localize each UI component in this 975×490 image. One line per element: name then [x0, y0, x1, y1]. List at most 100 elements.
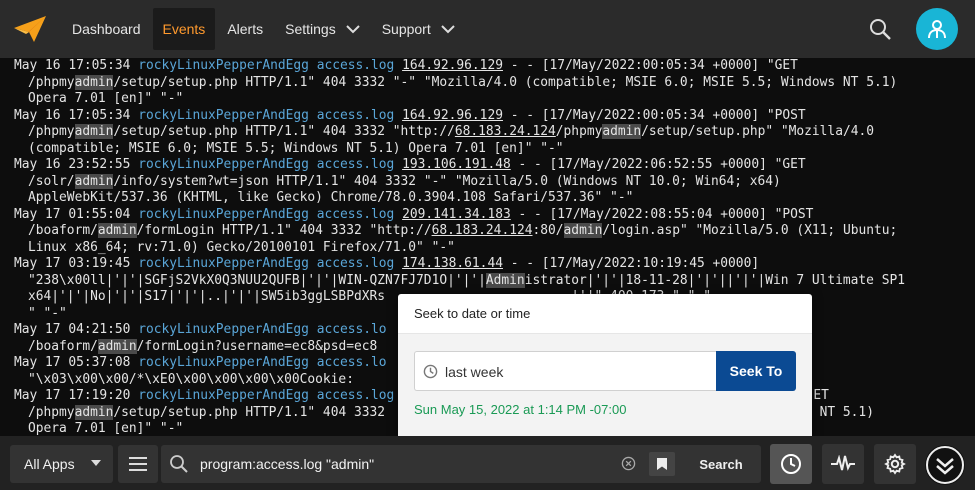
log-ip-link[interactable]: 68.183.24.124 [432, 223, 533, 238]
log-text: /login.asp" "Mozilla/5.0 (X11; Ubuntu; [602, 223, 898, 238]
log-host-link[interactable]: access.log [317, 58, 395, 73]
log-ip-link[interactable]: 209.141.34.183 [402, 207, 511, 222]
log-host-link[interactable]: access.log [317, 207, 395, 222]
log-line: (compatible; MSIE 6.0; MSIE 5.5; Windows… [14, 141, 975, 158]
log-text: istrator|'|'|18-11-28|'|'||'|'|Win 7 Ult… [524, 272, 905, 288]
seek-popover: Seek to date or time last week Seek To S… [398, 294, 812, 436]
graph-button[interactable] [822, 444, 864, 484]
all-apps-select[interactable]: All Apps [10, 445, 113, 483]
activity-icon [831, 455, 855, 471]
log-line: May 16 23:52:55 rockyLinuxPepperAndEgg a… [14, 157, 975, 174]
log-host-link[interactable]: rockyLinuxPepperAndEgg [138, 388, 309, 403]
log-text: - - [17/May/2022:06:52:55 +0000] "GET [510, 157, 806, 172]
nav-settings[interactable]: Settings [275, 8, 370, 50]
nav-support[interactable]: Support [372, 8, 465, 50]
log-host-link[interactable]: access.log [317, 108, 395, 123]
log-host-link[interactable]: rockyLinuxPepperAndEgg [138, 58, 309, 73]
search-icon[interactable] [860, 9, 900, 49]
log-highlight: admin [563, 223, 603, 238]
nav-events-label: Events [162, 21, 206, 37]
log-text: /setup/setup.php" "Mozilla/4.0 [641, 124, 874, 139]
log-text: Linux x86_64; rv:71.0) Gecko/20100101 Fi… [28, 239, 455, 255]
seek-time-button[interactable] [770, 444, 812, 484]
clock-icon [781, 454, 801, 474]
clock-icon [423, 364, 438, 384]
log-line: Linux x86_64; rv:71.0) Gecko/20100101 Fi… [14, 240, 975, 257]
log-text: (compatible; MSIE 6.0; MSIE 5.5; Windows… [28, 140, 564, 156]
scroll-to-bottom-button[interactable] [925, 445, 965, 485]
log-line: /boaform/admin/formLogin HTTP/1.1" 404 3… [14, 223, 975, 240]
log-host-link[interactable]: access.log [317, 256, 395, 271]
papertrail-logo-icon[interactable] [0, 0, 60, 58]
log-highlight: admin [74, 74, 114, 90]
log-host-link[interactable]: access.log [317, 157, 395, 172]
seek-popover-body: last week Seek To Sun May 15, 2022 at 1:… [398, 334, 812, 436]
log-text: /info/system?wt=json HTTP/1.1" 404 3332 … [113, 173, 781, 189]
nav-alerts[interactable]: Alerts [217, 8, 273, 50]
log-highlight: admin [602, 124, 642, 139]
log-line: /phpmyadmin/setup/setup.php HTTP/1.1" 40… [14, 74, 975, 92]
log-ip-link[interactable]: 193.106.191.48 [402, 157, 511, 172]
log-line: AppleWebKit/537.36 (KHTML, like Gecko) C… [14, 190, 975, 207]
search-button[interactable]: Search [681, 445, 761, 483]
log-line: May 16 17:05:34 rockyLinuxPepperAndEgg a… [14, 108, 975, 125]
log-ip-link[interactable]: 164.92.96.129 [402, 108, 503, 123]
avatar[interactable] [916, 8, 958, 50]
nav-alerts-label: Alerts [227, 21, 264, 37]
log-highlight: admin [97, 223, 137, 238]
seek-popover-title: Seek to date or time [398, 294, 812, 334]
log-line: May 17 01:55:04 rockyLinuxPepperAndEgg a… [14, 207, 975, 224]
log-host-link[interactable]: access.lo [317, 355, 387, 370]
log-text: May 17 17:19:20 [14, 388, 139, 403]
all-apps-label: All Apps [24, 456, 75, 472]
nav-events[interactable]: Events [152, 8, 216, 50]
seek-time-input[interactable]: last week [414, 351, 716, 391]
log-highlight: admin [74, 404, 114, 420]
log-text: /setup/setup.php HTTP/1.1" 404 3332 "htt… [113, 124, 455, 139]
bottom-bar: All Apps program:access.log "admin" Sear… [0, 436, 975, 490]
log-host-link[interactable]: rockyLinuxPepperAndEgg [138, 207, 309, 222]
log-host-link[interactable]: rockyLinuxPepperAndEgg [138, 322, 309, 337]
nav-dashboard[interactable]: Dashboard [62, 8, 151, 50]
log-line: May 17 03:19:45 rockyLinuxPepperAndEgg a… [14, 256, 975, 273]
log-host-link[interactable]: access.lo [317, 322, 387, 337]
log-text: :80/ [532, 223, 564, 238]
log-text: May 16 17:05:34 [14, 58, 139, 73]
log-text: May 16 23:52:55 [14, 157, 139, 172]
clear-icon[interactable] [621, 456, 636, 476]
log-ip-link[interactable]: 164.92.96.129 [402, 58, 503, 73]
log-text: /phpmy [555, 124, 603, 139]
hamburger-icon [129, 457, 147, 471]
log-host-link[interactable]: rockyLinuxPepperAndEgg [138, 256, 309, 271]
log-host-link[interactable]: rockyLinuxPepperAndEgg [138, 108, 309, 123]
search-input[interactable]: program:access.log "admin" Search [161, 445, 761, 483]
log-host-link[interactable]: access.log [317, 388, 395, 403]
seek-to-button[interactable]: Seek To [716, 351, 796, 391]
log-text: - - [17/May/2022:08:55:04 +0000] "POST [510, 206, 814, 222]
log-line: /phpmyadmin/setup/setup.php HTTP/1.1" 40… [14, 124, 975, 141]
menu-button[interactable] [118, 445, 158, 483]
log-text: May 17 01:55:04 [14, 206, 139, 222]
log-host-link[interactable]: rockyLinuxPepperAndEgg [138, 355, 309, 370]
nav-settings-label: Settings [285, 21, 336, 37]
log-highlight: admin [97, 338, 137, 354]
log-ip-link[interactable]: 174.138.61.44 [402, 256, 503, 271]
log-text: May 17 04:21:50 [14, 322, 139, 337]
bookmark-icon[interactable] [649, 452, 675, 476]
settings-button[interactable] [874, 444, 916, 484]
log-host-link[interactable]: rockyLinuxPepperAndEgg [138, 157, 309, 172]
log-text: May 17 03:19:45 [14, 256, 139, 271]
gear-icon [884, 453, 906, 475]
log-text: /formLogin?username=ec8&psd=ec8 [136, 338, 378, 354]
log-ip-link[interactable]: 68.183.24.124 [455, 124, 556, 139]
top-nav: Dashboard Events Alerts Settings Support [0, 0, 975, 58]
log-text: May 17 05:37:08 [14, 355, 139, 370]
